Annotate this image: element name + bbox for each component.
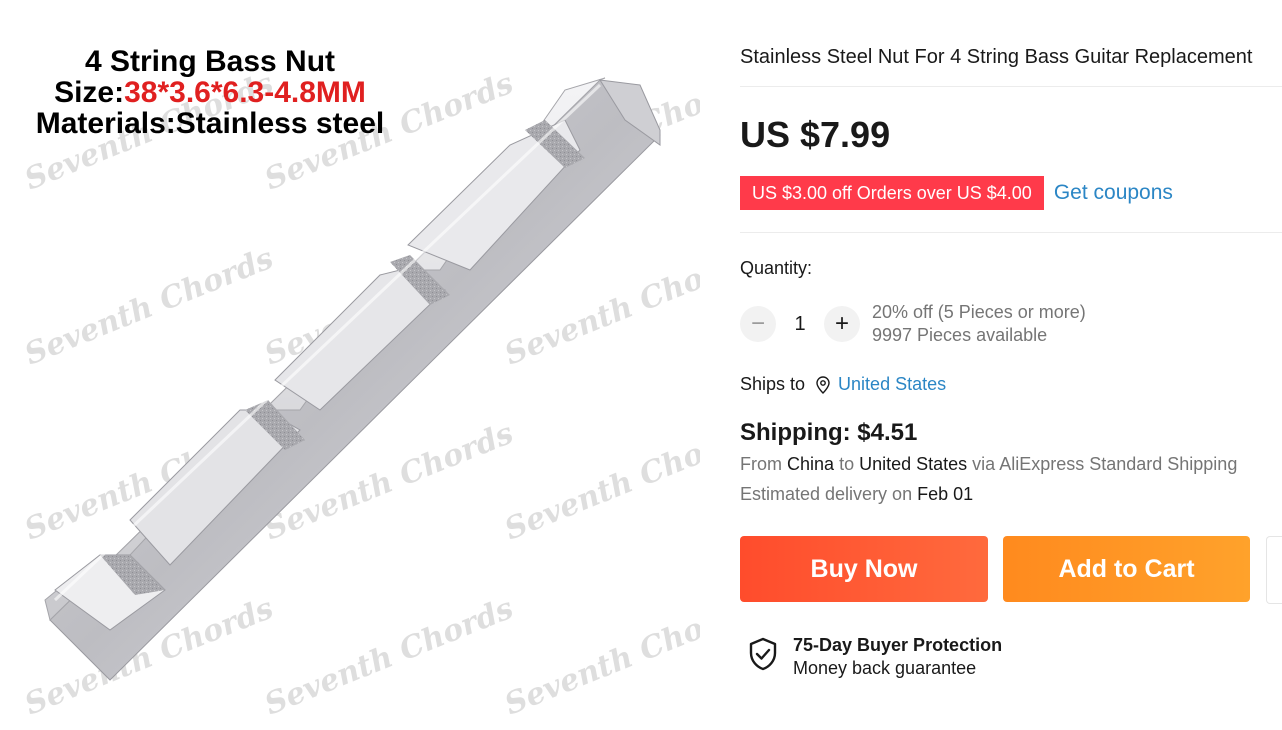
to-country: United States — [859, 454, 968, 474]
quantity-decrease-button[interactable]: − — [740, 306, 776, 342]
to-word: to — [839, 454, 855, 474]
delivery-prefix: Estimated delivery on — [740, 484, 913, 504]
protection-subtitle: Money back guarantee — [793, 658, 977, 678]
shipping-price: Shipping: $4.51 — [740, 419, 918, 446]
product-info-panel: Stainless Steel Nut For 4 String Bass Gu… — [737, 0, 1282, 730]
ships-to-row: Ships to United States — [740, 374, 946, 395]
shipping-method: via AliExpress Standard Shipping — [972, 454, 1238, 474]
wishlist-button[interactable] — [1266, 536, 1282, 604]
product-spec-overlay: 4 String Bass Nut Size:38*3.6*6.3-4.8MM … — [0, 46, 420, 139]
estimated-delivery: Estimated delivery on Feb 01 — [740, 484, 973, 505]
ships-to-country-link[interactable]: United States — [838, 374, 946, 395]
product-image-panel[interactable]: Seventh Chords Seventh Chords Seventh Ch… — [0, 0, 700, 730]
quantity-increase-button[interactable]: + — [824, 306, 860, 342]
watermark-text: Seventh Chords — [500, 591, 700, 723]
shipping-route: From China to United States via AliExpre… — [740, 454, 1237, 475]
watermark-text: Seventh Chords — [500, 416, 700, 548]
bulk-discount-text: 20% off (5 Pieces or more) — [872, 302, 1086, 322]
coupon-badge[interactable]: US $3.00 off Orders over US $4.00 — [737, 176, 1044, 210]
shield-check-icon — [749, 637, 777, 671]
spec-size-value: 38*3.6*6.3-4.8MM — [124, 76, 366, 109]
quantity-label: Quantity: — [740, 258, 813, 278]
delivery-date: Feb 01 — [917, 484, 974, 504]
spec-size-label: Size: — [54, 76, 125, 109]
quantity-input[interactable]: 1 — [776, 313, 824, 336]
divider — [740, 232, 1282, 233]
product-title: Stainless Steel Nut For 4 String Bass Gu… — [740, 46, 1253, 68]
watermark-text: Seventh Chords — [20, 241, 279, 373]
quantity-stepper: − 1 + 20% off (5 Pieces or more) 9997 Pi… — [740, 301, 1086, 347]
bass-nut-illustration — [44, 77, 661, 681]
location-pin-icon — [816, 375, 830, 394]
protection-title: 75-Day Buyer Protection — [793, 635, 1003, 655]
divider — [740, 86, 1282, 87]
spec-size: Size:38*3.6*6.3-4.8MM — [0, 77, 420, 108]
buyer-protection: 75-Day Buyer Protection Money back guara… — [748, 634, 1002, 680]
from-country: China — [787, 454, 835, 474]
watermark-text: Seventh Chords — [260, 591, 519, 723]
spec-materials: Materials:Stainless steel — [35, 107, 385, 140]
add-to-cart-button[interactable]: Add to Cart — [1003, 536, 1250, 602]
ships-to-label: Ships to — [740, 374, 806, 394]
stock-available-text: 9997 Pieces available — [872, 325, 1048, 345]
quantity-info: 20% off (5 Pieces or more) 9997 Pieces a… — [872, 301, 1086, 347]
spec-title: 4 String Bass Nut — [84, 45, 336, 78]
get-coupons-link[interactable]: Get coupons — [1054, 181, 1173, 205]
from-prefix: From — [740, 454, 782, 474]
coupon-row: US $3.00 off Orders over US $4.00 Get co… — [737, 176, 1173, 210]
product-price: US $7.99 — [740, 114, 891, 155]
buy-now-button[interactable]: Buy Now — [740, 536, 988, 602]
